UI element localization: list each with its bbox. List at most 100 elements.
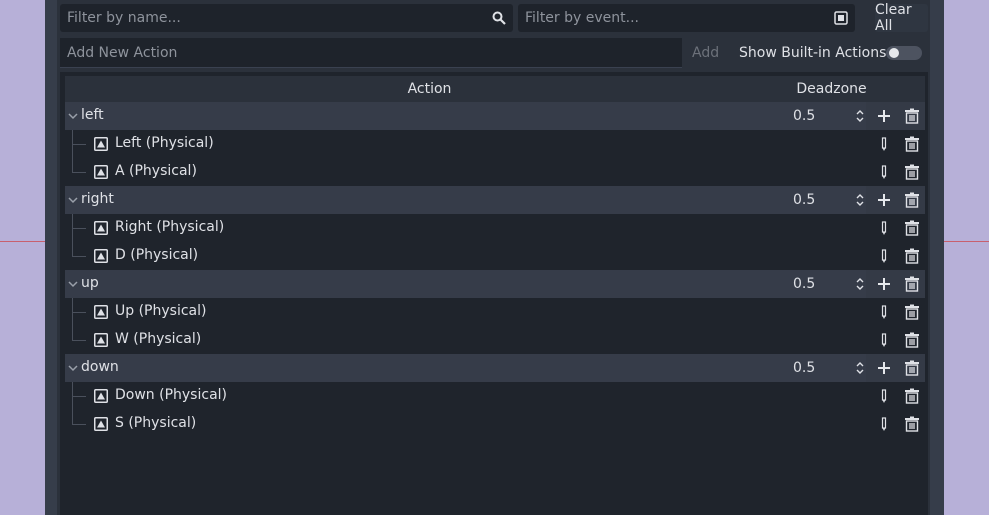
deadzone-value: 0.5: [793, 108, 816, 124]
chevron-down-icon[interactable]: [67, 110, 79, 122]
event-row[interactable]: S (Physical): [65, 410, 925, 438]
edit-event-icon[interactable]: [876, 136, 892, 152]
action-tree: Action Deadzone left 0.5 Left (Physical) A …: [60, 72, 928, 515]
edit-event-icon[interactable]: [876, 388, 892, 404]
action-rows: left 0.5 Left (Physical) A (Physical) right 0…: [65, 102, 925, 438]
tree-guide-line: [72, 410, 73, 425]
filter-by-name-input[interactable]: Filter by name...: [60, 4, 513, 32]
add-event-icon[interactable]: [876, 108, 892, 124]
action-name[interactable]: down: [81, 359, 119, 375]
event-row[interactable]: Down (Physical): [65, 382, 925, 410]
event-name: W (Physical): [115, 331, 202, 347]
deadzone-spinbox[interactable]: 0.5: [787, 358, 867, 378]
event-name: Right (Physical): [115, 219, 225, 235]
tree-guide-branch: [72, 396, 86, 397]
action-row-left[interactable]: left 0.5: [65, 102, 925, 130]
tree-guide-line: [72, 242, 73, 257]
remove-event-icon[interactable]: [904, 220, 920, 236]
remove-event-icon[interactable]: [904, 164, 920, 180]
chevron-down-icon[interactable]: [67, 194, 79, 206]
event-name: A (Physical): [115, 163, 197, 179]
spin-arrows-icon[interactable]: [855, 276, 865, 292]
input-map-panel: Filter by name... Filter by event... Cle…: [57, 0, 930, 515]
spin-arrows-icon[interactable]: [855, 360, 865, 376]
remove-event-icon[interactable]: [904, 248, 920, 264]
edit-event-icon[interactable]: [876, 332, 892, 348]
keyboard-key-icon: [94, 221, 108, 235]
chevron-down-icon[interactable]: [67, 362, 79, 374]
edit-event-icon[interactable]: [876, 248, 892, 264]
tree-guide-branch: [72, 256, 86, 257]
show-builtin-actions-label: Show Built-in Actions: [739, 45, 887, 61]
event-row[interactable]: A (Physical): [65, 158, 925, 186]
keyboard-key-icon: [94, 305, 108, 319]
action-row-right[interactable]: right 0.5: [65, 186, 925, 214]
show-builtin-actions-toggle[interactable]: [886, 46, 922, 60]
add-event-icon[interactable]: [876, 192, 892, 208]
remove-event-icon[interactable]: [904, 332, 920, 348]
tree-guide-branch: [72, 144, 86, 145]
event-row[interactable]: W (Physical): [65, 326, 925, 354]
add-event-icon[interactable]: [876, 360, 892, 376]
search-icon: [485, 4, 513, 32]
filter-by-event-input[interactable]: Filter by event...: [518, 4, 855, 32]
deadzone-spinbox[interactable]: 0.5: [787, 106, 867, 126]
action-row-bg: [65, 186, 866, 214]
add-event-icon[interactable]: [876, 276, 892, 292]
guide-line-right: [944, 241, 989, 242]
spin-arrows-icon[interactable]: [855, 192, 865, 208]
edit-event-icon[interactable]: [876, 416, 892, 432]
tree-guide-branch: [72, 424, 86, 425]
add-action-button[interactable]: Add: [692, 38, 719, 68]
event-name: S (Physical): [115, 415, 197, 431]
event-row[interactable]: D (Physical): [65, 242, 925, 270]
remove-action-icon[interactable]: [904, 108, 920, 124]
action-name[interactable]: right: [81, 191, 114, 207]
remove-event-icon[interactable]: [904, 388, 920, 404]
clear-all-button[interactable]: Clear All: [875, 2, 928, 34]
remove-action-icon[interactable]: [904, 192, 920, 208]
action-row-bg: [65, 102, 866, 130]
deadzone-spinbox[interactable]: 0.5: [787, 190, 867, 210]
action-row-bg: [65, 270, 866, 298]
action-row-bg: [65, 354, 866, 382]
event-name: Left (Physical): [115, 135, 214, 151]
event-row[interactable]: Right (Physical): [65, 214, 925, 242]
table-header: Action Deadzone: [65, 76, 925, 102]
header-deadzone: Deadzone: [796, 81, 867, 97]
add-new-action-input[interactable]: Add New Action: [60, 38, 682, 68]
add-new-action-placeholder: Add New Action: [67, 44, 178, 61]
event-name: Up (Physical): [115, 303, 207, 319]
header-action: Action: [407, 81, 452, 97]
keyboard-key-icon: [94, 417, 108, 431]
remove-event-icon[interactable]: [904, 304, 920, 320]
remove-action-icon[interactable]: [904, 360, 920, 376]
remove-event-icon[interactable]: [904, 416, 920, 432]
edit-event-icon[interactable]: [876, 220, 892, 236]
tree-guide-line: [72, 158, 73, 173]
action-name[interactable]: up: [81, 275, 99, 291]
tree-guide-branch: [72, 312, 86, 313]
filter-by-name-placeholder: Filter by name...: [67, 10, 181, 26]
toggle-knob: [889, 48, 899, 58]
edit-event-icon[interactable]: [876, 164, 892, 180]
event-name: Down (Physical): [115, 387, 227, 403]
keyboard-icon[interactable]: [827, 4, 855, 32]
deadzone-value: 0.5: [793, 276, 816, 292]
action-row-down[interactable]: down 0.5: [65, 354, 925, 382]
event-name: D (Physical): [115, 247, 199, 263]
keyboard-key-icon: [94, 333, 108, 347]
event-row[interactable]: Up (Physical): [65, 298, 925, 326]
tree-guide-branch: [72, 340, 86, 341]
action-name[interactable]: left: [81, 107, 104, 123]
event-row[interactable]: Left (Physical): [65, 130, 925, 158]
action-row-up[interactable]: up 0.5: [65, 270, 925, 298]
remove-action-icon[interactable]: [904, 276, 920, 292]
deadzone-spinbox[interactable]: 0.5: [787, 274, 867, 294]
edit-event-icon[interactable]: [876, 304, 892, 320]
keyboard-key-icon: [94, 249, 108, 263]
keyboard-key-icon: [94, 165, 108, 179]
remove-event-icon[interactable]: [904, 136, 920, 152]
chevron-down-icon[interactable]: [67, 278, 79, 290]
spin-arrows-icon[interactable]: [855, 108, 865, 124]
